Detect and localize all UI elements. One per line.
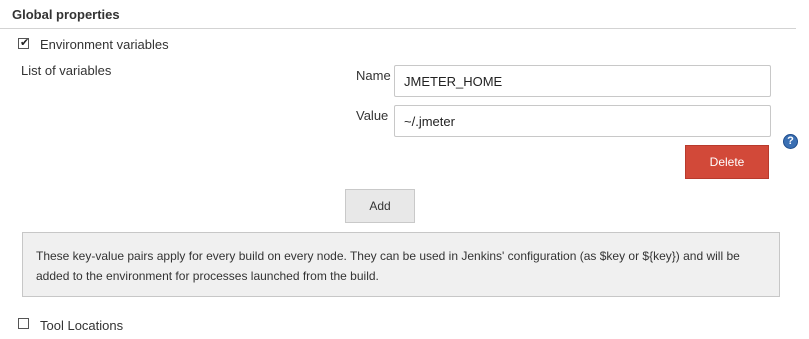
add-button[interactable]: Add [345, 189, 415, 223]
list-of-variables-label: List of variables [21, 63, 112, 78]
name-input[interactable] [394, 65, 771, 97]
tool-locations-checkbox[interactable] [18, 318, 29, 329]
section-title: Global properties [12, 7, 120, 22]
value-label: Value [356, 108, 389, 123]
tool-locations-checkbox-label[interactable]: Tool Locations [40, 318, 123, 333]
help-box: These key-value pairs apply for every bu… [22, 232, 780, 297]
help-icon[interactable]: ? [783, 134, 798, 149]
delete-button[interactable]: Delete [685, 145, 769, 179]
env-vars-checkbox[interactable]: ✔ [18, 36, 30, 49]
env-vars-checkbox-label[interactable]: Environment variables [40, 37, 169, 52]
section-header: Global properties [0, 0, 796, 29]
value-input[interactable] [394, 105, 771, 137]
name-label: Name [356, 68, 391, 83]
help-text: These key-value pairs apply for every bu… [36, 249, 740, 283]
checkmark-icon: ✔ [20, 36, 30, 49]
